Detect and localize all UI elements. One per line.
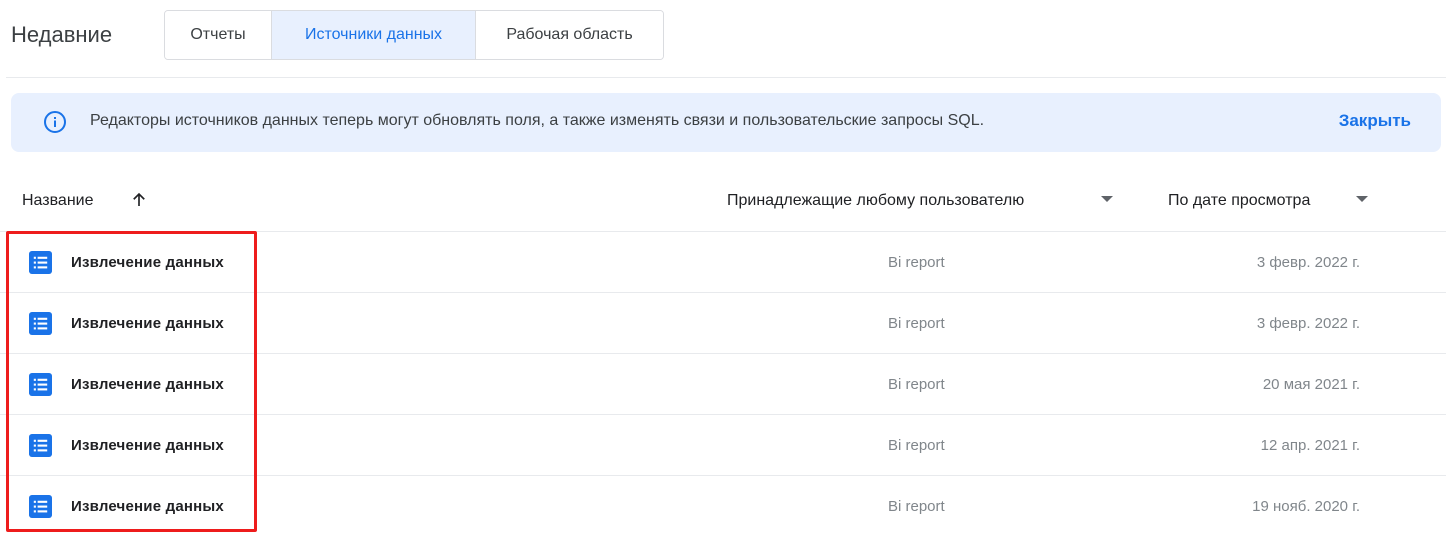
row-owner: Bi report	[888, 315, 945, 332]
tab-workspace[interactable]: Рабочая область	[476, 11, 663, 59]
header: Недавние Отчеты Источники данных Рабочая…	[0, 0, 1446, 78]
data-source-icon	[29, 373, 52, 396]
table-row[interactable]: Извлечение данных Bi report 3 февр. 2022…	[0, 232, 1446, 293]
close-banner-button[interactable]: Закрыть	[1339, 111, 1411, 131]
tab-bar: Отчеты Источники данных Рабочая область	[164, 10, 664, 60]
data-source-icon	[29, 434, 52, 457]
caret-down-icon	[1356, 196, 1368, 202]
data-source-icon	[29, 251, 52, 274]
date-sort-label: По дате просмотра	[1168, 192, 1311, 209]
row-date: 20 мая 2021 г.	[1262, 376, 1360, 393]
owner-filter-dropdown[interactable]: Принадлежащие любому пользователю	[727, 192, 1113, 210]
row-name: Извлечение данных	[71, 254, 224, 271]
arrow-up-icon	[133, 192, 145, 206]
table-row[interactable]: Извлечение данных Bi report 19 нояб. 202…	[0, 476, 1446, 537]
header-divider	[6, 77, 1446, 78]
row-name: Извлечение данных	[71, 437, 224, 454]
row-name: Извлечение данных	[71, 315, 224, 332]
data-source-icon	[29, 495, 52, 518]
row-name: Извлечение данных	[71, 498, 224, 515]
row-date: 3 февр. 2022 г.	[1256, 315, 1360, 332]
date-sort-dropdown[interactable]: По дате просмотра	[1168, 192, 1368, 210]
banner-message: Редакторы источников данных теперь могут…	[90, 112, 985, 129]
row-owner: Bi report	[888, 498, 945, 515]
tab-data-sources[interactable]: Источники данных	[272, 11, 476, 59]
table-header: Название Принадлежащие любому пользовате…	[0, 170, 1446, 232]
info-banner: Редакторы источников данных теперь могут…	[11, 93, 1441, 152]
table-row[interactable]: Извлечение данных Bi report 12 апр. 2021…	[0, 415, 1446, 476]
row-name: Извлечение данных	[71, 376, 224, 393]
page-title: Недавние	[11, 22, 113, 47]
column-header-name[interactable]: Название	[22, 192, 145, 210]
data-source-icon	[29, 312, 52, 335]
table-row[interactable]: Извлечение данных Bi report 20 мая 2021 …	[0, 354, 1446, 415]
tab-reports[interactable]: Отчеты	[165, 11, 272, 59]
owner-filter-label: Принадлежащие любому пользователю	[727, 192, 1025, 209]
row-owner: Bi report	[888, 376, 945, 393]
row-date: 19 нояб. 2020 г.	[1252, 498, 1360, 515]
table-row[interactable]: Извлечение данных Bi report 3 февр. 2022…	[0, 293, 1446, 354]
table-body: Извлечение данных Bi report 3 февр. 2022…	[0, 232, 1446, 537]
column-header-name-label: Название	[22, 192, 94, 209]
page: Недавние Отчеты Источники данных Рабочая…	[0, 0, 1446, 537]
row-date: 3 февр. 2022 г.	[1256, 254, 1360, 271]
caret-down-icon	[1101, 196, 1113, 202]
row-owner: Bi report	[888, 437, 945, 454]
row-owner: Bi report	[888, 254, 945, 271]
row-date: 12 апр. 2021 г.	[1260, 437, 1360, 454]
info-icon	[44, 111, 66, 133]
